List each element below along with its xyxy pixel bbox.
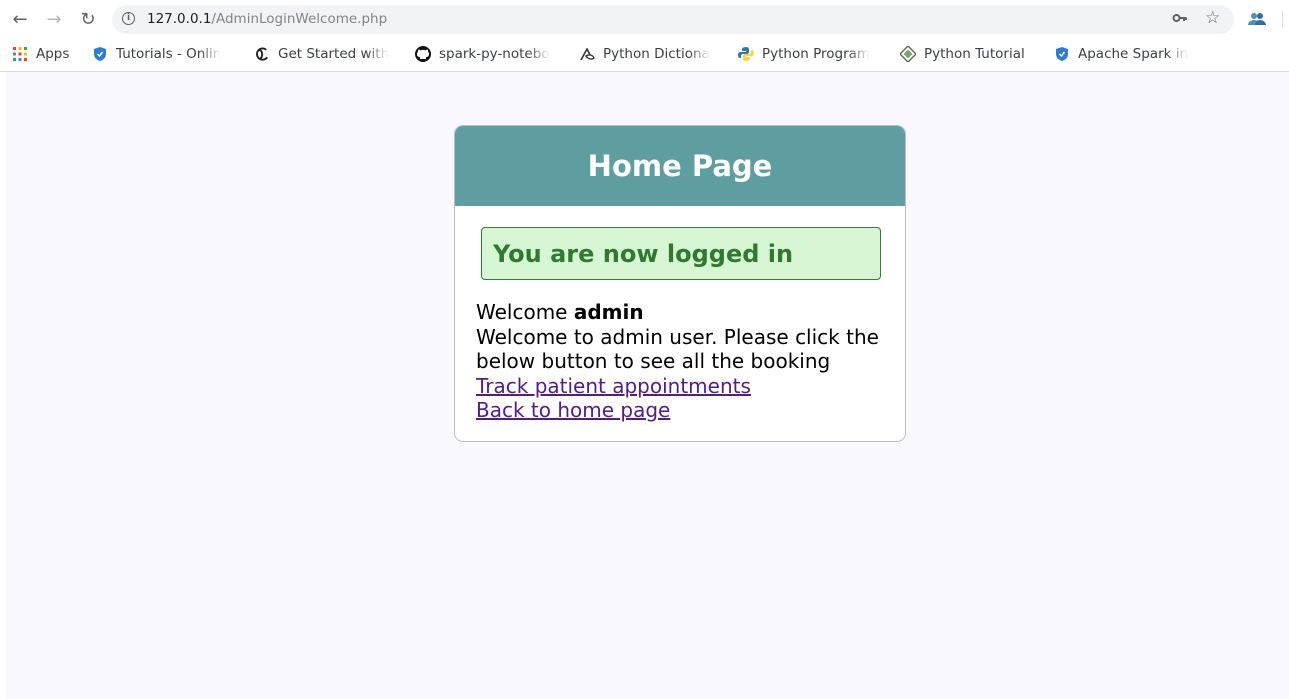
success-message: You are now logged in xyxy=(493,239,794,268)
toolbar-divider xyxy=(1282,11,1283,27)
url-host: 127.0.0.1 xyxy=(147,11,212,27)
browser-toolbar: ← → ↻ i 127.0.0.1/AdminLoginWelcome.php … xyxy=(0,0,1289,38)
shield-icon xyxy=(92,46,108,62)
python-dictionary-icon xyxy=(579,46,595,62)
github-icon xyxy=(415,46,431,62)
profile-icon[interactable] xyxy=(1247,9,1267,29)
reload-icon[interactable]: ↻ xyxy=(77,8,99,30)
bookmark-get-started[interactable]: Get Started with xyxy=(254,45,398,63)
shield-icon xyxy=(1054,46,1070,62)
bookmark-label: Python Program xyxy=(762,46,871,62)
bookmark-python-program[interactable]: Python Program xyxy=(738,45,884,63)
bookmark-apache-spark[interactable]: Apache Spark in xyxy=(1054,45,1194,63)
page-title: Home Page xyxy=(587,149,773,183)
page-viewport: Home Page You are now logged in Welcome … xyxy=(6,72,1289,699)
back-arrow-icon[interactable]: ← xyxy=(9,8,31,30)
bookmark-label: Apps xyxy=(36,46,70,62)
success-alert: You are now logged in xyxy=(481,227,881,280)
card-body: Welcome admin Welcome to admin user. Ple… xyxy=(476,300,896,423)
address-bar[interactable]: i 127.0.0.1/AdminLoginWelcome.php ☆ xyxy=(112,5,1234,34)
bookmark-label: Python Dictiona xyxy=(603,46,710,62)
username: admin xyxy=(573,300,644,324)
url-text[interactable]: 127.0.0.1/AdminLoginWelcome.php xyxy=(147,11,387,27)
back-home-link[interactable]: Back to home page xyxy=(476,398,896,423)
bookmark-python-dictionary[interactable]: Python Dictiona xyxy=(579,45,721,63)
url-path: /AdminLoginWelcome.php xyxy=(211,11,388,27)
track-appointments-link[interactable]: Track patient appointments xyxy=(476,374,896,399)
bookmark-label: Python Tutorial xyxy=(924,46,1025,62)
python-logo-icon xyxy=(738,46,754,62)
welcome-prefix: Welcome xyxy=(476,300,568,324)
site-info-icon[interactable]: i xyxy=(122,12,135,25)
bookmark-label: Get Started with xyxy=(278,46,390,62)
bookmark-label: Apache Spark in xyxy=(1078,46,1189,62)
bookmark-star-icon[interactable]: ☆ xyxy=(1205,8,1220,28)
home-card: Home Page You are now logged in Welcome … xyxy=(454,125,906,442)
bookmarks-bar: Apps Tutorials - Onlin Get Started with … xyxy=(0,38,1289,72)
apps-grid-icon xyxy=(12,46,28,62)
welcome-description: Welcome to admin user. Please click the … xyxy=(476,324,879,374)
card-header: Home Page xyxy=(455,126,905,206)
forward-arrow-icon[interactable]: → xyxy=(43,8,65,30)
bookmark-label: spark-py-notebo xyxy=(439,46,550,62)
bookmark-python-tutorial[interactable]: Python Tutorial xyxy=(900,45,1025,63)
diamond-icon xyxy=(900,46,916,62)
welcome-line: Welcome admin xyxy=(476,300,896,325)
bookmark-apps[interactable]: Apps xyxy=(12,45,69,63)
bookmark-tutorials[interactable]: Tutorials - Onlin xyxy=(92,45,240,63)
swirl-icon xyxy=(254,46,270,62)
bookmark-spark-py-notebook[interactable]: spark-py-notebo xyxy=(415,45,561,63)
key-icon[interactable] xyxy=(1172,10,1188,30)
bookmark-label: Tutorials - Onlin xyxy=(116,46,222,62)
